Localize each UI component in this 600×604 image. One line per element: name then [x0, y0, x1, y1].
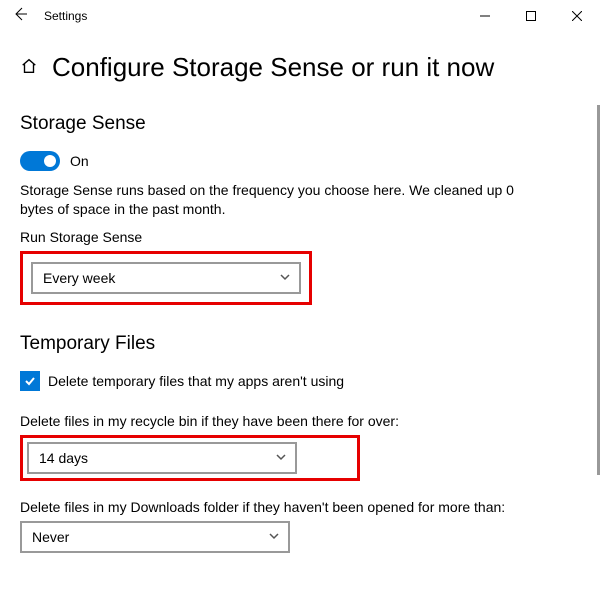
close-button[interactable] — [554, 0, 600, 32]
minimize-button[interactable] — [462, 0, 508, 32]
downloads-label: Delete files in my Downloads folder if t… — [20, 499, 580, 515]
delete-temp-label: Delete temporary files that my apps aren… — [48, 373, 344, 389]
toggle-label: On — [70, 153, 89, 169]
run-frequency-dropdown[interactable]: Every week — [31, 262, 301, 294]
home-icon[interactable] — [20, 57, 38, 78]
run-frequency-value: Every week — [43, 270, 115, 286]
back-button[interactable] — [0, 6, 40, 27]
recycle-bin-dropdown[interactable]: 14 days — [27, 442, 297, 474]
storage-sense-toggle[interactable] — [20, 151, 60, 171]
recycle-bin-label: Delete files in my recycle bin if they h… — [20, 413, 580, 429]
chevron-down-icon — [268, 529, 280, 545]
temporary-files-heading: Temporary Files — [20, 333, 580, 355]
delete-temp-checkbox[interactable] — [20, 371, 40, 391]
page-title: Configure Storage Sense or run it now — [52, 52, 494, 83]
downloads-value: Never — [32, 529, 69, 545]
recycle-bin-value: 14 days — [39, 450, 88, 466]
window-title: Settings — [44, 9, 87, 23]
storage-sense-description: Storage Sense runs based on the frequenc… — [20, 181, 540, 219]
highlight-run-frequency: Every week — [20, 251, 312, 305]
run-storage-sense-label: Run Storage Sense — [20, 229, 580, 245]
maximize-button[interactable] — [508, 0, 554, 32]
highlight-recycle-bin: 14 days — [20, 435, 360, 481]
chevron-down-icon — [279, 270, 291, 286]
downloads-dropdown[interactable]: Never — [20, 521, 290, 553]
storage-sense-heading: Storage Sense — [20, 113, 580, 135]
chevron-down-icon — [275, 450, 287, 466]
